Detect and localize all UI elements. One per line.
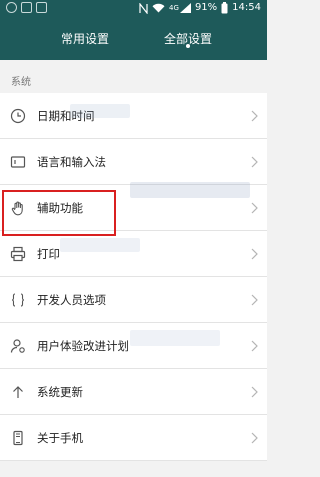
chevron-right-icon (251, 294, 258, 306)
settings-item-about-phone[interactable]: 关于手机 (0, 415, 267, 461)
chevron-right-icon (251, 432, 258, 444)
notification-icon (36, 2, 47, 13)
settings-item-label: 打印 (37, 247, 60, 261)
settings-item-label: 辅助功能 (37, 201, 83, 215)
settings-item-label: 日期和时间 (37, 109, 95, 123)
active-tab-indicator (186, 44, 190, 48)
notification-icon (6, 2, 17, 13)
app-header: 4G 91% 14:54 常用设置 全部设置 (0, 0, 267, 60)
settings-list: 日期和时间 语言和输入法 辅助功能 打印 开发人员选项 用户体验改进计划 系统更… (0, 93, 267, 461)
keyboard-icon (10, 154, 26, 170)
printer-icon (10, 246, 26, 262)
tab-bar: 常用设置 全部设置 (0, 24, 267, 60)
notification-icon (21, 2, 32, 13)
chevron-right-icon (251, 248, 258, 260)
user-icon (10, 338, 26, 354)
clock-icon (10, 108, 26, 124)
battery-icon (221, 2, 228, 14)
tab-common-settings[interactable]: 常用设置 (50, 30, 120, 56)
settings-item-language-input[interactable]: 语言和输入法 (0, 139, 267, 185)
settings-item-label: 系统更新 (37, 385, 83, 399)
settings-item-system-update[interactable]: 系统更新 (0, 369, 267, 415)
signal-icon (179, 3, 191, 13)
chevron-right-icon (251, 110, 258, 122)
nfc-icon (139, 2, 148, 14)
settings-item-date-time[interactable]: 日期和时间 (0, 93, 267, 139)
braces-icon (10, 292, 26, 308)
settings-item-developer-options[interactable]: 开发人员选项 (0, 277, 267, 323)
chevron-right-icon (251, 340, 258, 352)
settings-item-label: 关于手机 (37, 431, 83, 445)
settings-item-label: 开发人员选项 (37, 293, 106, 307)
settings-item-print[interactable]: 打印 (0, 231, 267, 277)
phone-icon (10, 430, 26, 446)
section-title: 系统 (11, 77, 31, 88)
notification-icons (6, 2, 47, 13)
network-type: 4G (169, 4, 179, 12)
clock-time: 14:54 (232, 2, 261, 13)
chevron-right-icon (251, 386, 258, 398)
chevron-right-icon (251, 156, 258, 168)
hand-icon (10, 200, 26, 216)
status-bar: 4G 91% 14:54 (0, 0, 267, 18)
tab-all-settings[interactable]: 全部设置 (150, 30, 226, 56)
battery-level: 91% (194, 2, 218, 13)
settings-item-accessibility[interactable]: 辅助功能 (0, 185, 267, 231)
arrow-up-icon (10, 384, 26, 400)
chevron-right-icon (251, 202, 258, 214)
status-indicators: 4G 91% 14:54 (139, 1, 261, 15)
settings-item-user-experience[interactable]: 用户体验改进计划 (0, 323, 267, 369)
settings-item-label: 用户体验改进计划 (37, 339, 129, 353)
wifi-icon (152, 3, 165, 13)
settings-item-label: 语言和输入法 (37, 155, 106, 169)
